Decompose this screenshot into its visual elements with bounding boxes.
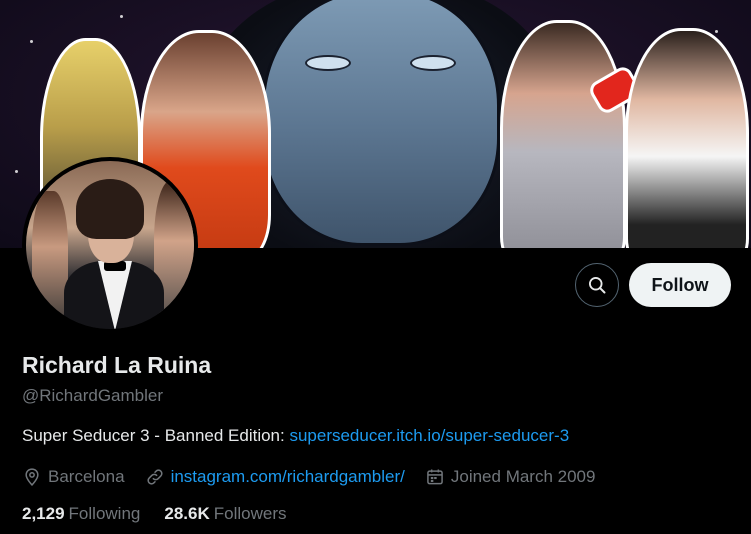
display-name: Richard La Ruina	[22, 352, 212, 378]
search-button[interactable]	[575, 263, 619, 307]
join-date: Joined March 2009	[425, 467, 596, 487]
location-text: Barcelona	[48, 467, 125, 486]
website-link[interactable]: instagram.com/richardgambler/	[171, 467, 405, 487]
user-handle: @RichardGambler	[22, 386, 164, 405]
sparkle	[120, 15, 123, 18]
avatar-hair	[76, 179, 144, 239]
profile-meta: Barcelona instagram.com/richardgambler/ …	[22, 464, 615, 490]
follow-stats: 2,129 Following 28.6K Followers	[22, 504, 310, 524]
calendar-icon	[427, 469, 443, 485]
eye	[305, 55, 351, 71]
following-stat[interactable]: 2,129 Following	[22, 504, 140, 524]
avatar-photo	[26, 161, 194, 329]
link-icon	[147, 469, 163, 485]
avatar-person-left	[32, 191, 68, 329]
following-label: Following	[68, 504, 141, 523]
followers-stat[interactable]: 28.6K Followers	[164, 504, 286, 524]
location: Barcelona	[22, 467, 125, 487]
followers-count: 28.6K	[164, 504, 210, 523]
following-count: 2,129	[22, 504, 65, 523]
location-pin-icon	[25, 468, 39, 486]
bio-text: Super Seducer 3 - Banned Edition:	[22, 426, 290, 445]
banner-figure-white-top	[625, 28, 749, 248]
join-date-text: Joined March 2009	[450, 467, 596, 486]
sparkle	[30, 40, 33, 43]
banner-figure-silver-dress	[500, 20, 626, 248]
eye	[410, 55, 456, 71]
search-icon	[589, 277, 606, 294]
sparkle	[15, 170, 18, 173]
banner-face	[262, 0, 500, 246]
bio: Super Seducer 3 - Banned Edition: supers…	[22, 426, 569, 446]
bio-link[interactable]: superseducer.itch.io/super-seducer-3	[289, 426, 569, 445]
avatar[interactable]	[22, 157, 198, 333]
sparkle	[715, 30, 718, 33]
followers-label: Followers	[213, 504, 287, 523]
website: instagram.com/richardgambler/	[145, 467, 405, 487]
follow-button[interactable]: Follow	[629, 263, 731, 307]
